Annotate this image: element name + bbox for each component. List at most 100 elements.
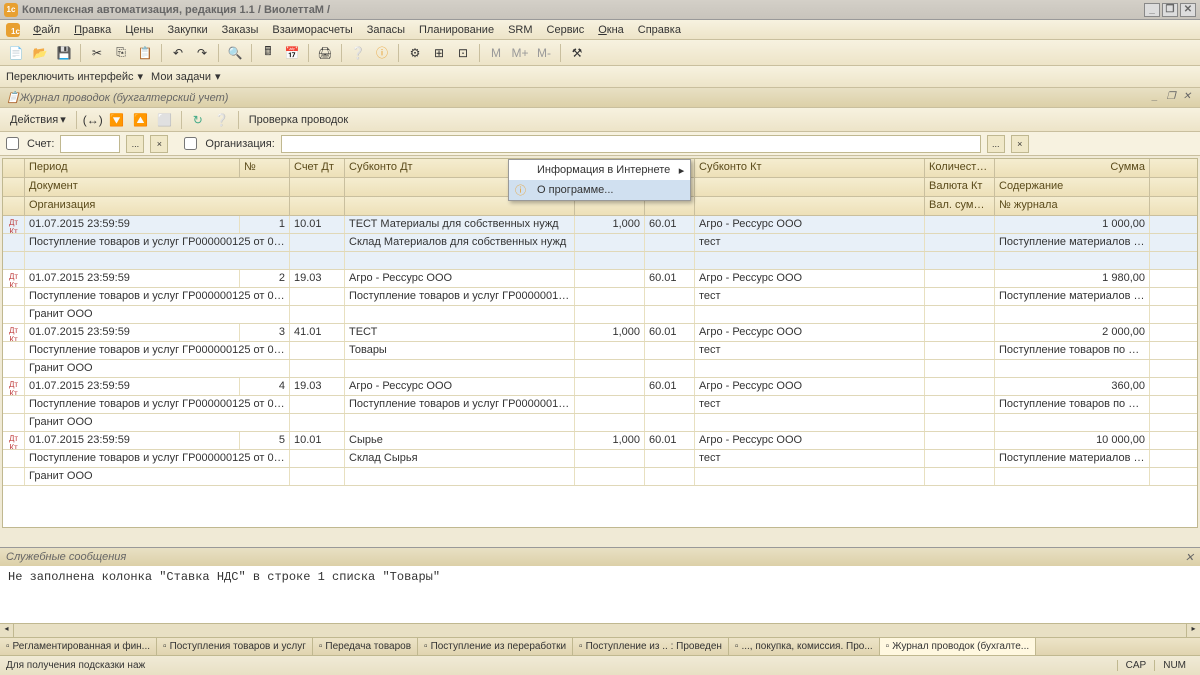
- copy-icon[interactable]: ⎘: [111, 43, 131, 63]
- menu-settlements[interactable]: Взаиморасчеты: [267, 22, 357, 38]
- col-num[interactable]: №: [240, 159, 290, 177]
- paste-icon[interactable]: 📋: [135, 43, 155, 63]
- scroll-left-button[interactable]: ◂: [0, 624, 14, 637]
- menu-planning[interactable]: Планирование: [414, 22, 499, 38]
- mplus-icon[interactable]: M+: [510, 43, 530, 63]
- col-qtykt[interactable]: Количество ...: [925, 159, 995, 177]
- undo-icon[interactable]: ↶: [168, 43, 188, 63]
- tool1-icon[interactable]: ⚙: [405, 43, 425, 63]
- check-entries-link[interactable]: Проверка проводок: [245, 112, 352, 128]
- panel-min-button[interactable]: _: [1148, 91, 1162, 105]
- col-period[interactable]: Период: [25, 159, 240, 177]
- minimize-button[interactable]: _: [1144, 3, 1160, 17]
- tool4-icon[interactable]: ⚒: [567, 43, 587, 63]
- calc-icon[interactable]: 🖩: [258, 43, 278, 63]
- window-tab[interactable]: ▫Передача товаров: [313, 638, 418, 655]
- window-tab[interactable]: ▫Поступления товаров и услуг: [157, 638, 313, 655]
- menu-windows[interactable]: Окна: [593, 22, 629, 38]
- acct-select-button[interactable]: ...: [126, 135, 144, 153]
- panel-max-button[interactable]: ❐: [1164, 91, 1178, 105]
- col-content[interactable]: Содержание: [995, 178, 1150, 196]
- maximize-button[interactable]: ❐: [1162, 3, 1178, 17]
- table-row[interactable]: Гранит ООО: [3, 306, 1197, 324]
- grid-body[interactable]: ДтКт 01.07.2015 23:59:59 1 10.01 ТЕСТ Ма…: [3, 216, 1197, 528]
- col-journal[interactable]: № журнала: [995, 197, 1150, 215]
- info-icon[interactable]: ⓘ: [372, 43, 392, 63]
- redo-icon[interactable]: ↷: [192, 43, 212, 63]
- table-row[interactable]: ДтКт 01.07.2015 23:59:59 5 10.01 Сырье 1…: [3, 432, 1197, 450]
- col-valsum[interactable]: Вал. сумма ...: [925, 197, 995, 215]
- table-row[interactable]: [3, 252, 1197, 270]
- window-tab[interactable]: ▫Поступление из переработки: [418, 638, 573, 655]
- table-row[interactable]: ДтКт 01.07.2015 23:59:59 1 10.01 ТЕСТ Ма…: [3, 216, 1197, 234]
- panel-close-button[interactable]: ✕: [1180, 91, 1194, 105]
- nav-icon[interactable]: (↔): [83, 110, 103, 130]
- new-icon[interactable]: 📄: [6, 43, 26, 63]
- table-row[interactable]: Поступление товаров и услуг ГР000000125 …: [3, 234, 1197, 252]
- save-icon[interactable]: 💾: [54, 43, 74, 63]
- org-field[interactable]: [281, 135, 981, 153]
- table-row[interactable]: ДтКт 01.07.2015 23:59:59 4 19.03 Агро - …: [3, 378, 1197, 396]
- print-icon[interactable]: 🖨: [315, 43, 335, 63]
- close-button[interactable]: ✕: [1180, 3, 1196, 17]
- filter1-icon[interactable]: 🔽: [107, 110, 127, 130]
- help2-icon[interactable]: ❔: [212, 110, 232, 130]
- my-tasks-link[interactable]: Мои задачи ▾: [151, 70, 220, 83]
- cut-icon[interactable]: ✂: [87, 43, 107, 63]
- m-icon[interactable]: M: [486, 43, 506, 63]
- window-tab[interactable]: ▫..., покупка, комиссия. Про...: [729, 638, 880, 655]
- popup-about[interactable]: ⓘ О программе...: [509, 180, 690, 200]
- org-select-button[interactable]: ...: [987, 135, 1005, 153]
- find-icon[interactable]: 🔍: [225, 43, 245, 63]
- table-row[interactable]: Гранит ООО: [3, 360, 1197, 378]
- filter2-icon[interactable]: 🔼: [131, 110, 151, 130]
- info-icon: ⓘ: [515, 182, 526, 198]
- table-row[interactable]: ДтКт 01.07.2015 23:59:59 3 41.01 ТЕСТ 1,…: [3, 324, 1197, 342]
- col-sum[interactable]: Сумма: [995, 159, 1150, 177]
- col-doc[interactable]: Документ: [25, 178, 290, 196]
- menu-file[interactable]: Файл: [28, 22, 65, 38]
- menu-orders[interactable]: Заказы: [217, 22, 264, 38]
- org-clear-button[interactable]: ×: [1011, 135, 1029, 153]
- messages-close-button[interactable]: ✕: [1185, 551, 1194, 564]
- col-org[interactable]: Организация: [25, 197, 290, 215]
- table-row[interactable]: Поступление товаров и услуг ГР000000125 …: [3, 396, 1197, 414]
- window-tab[interactable]: ▫Журнал проводок (бухгалте...: [880, 638, 1036, 655]
- table-row[interactable]: Поступление товаров и услуг ГР000000125 …: [3, 342, 1197, 360]
- refresh-icon[interactable]: ↻: [188, 110, 208, 130]
- tool2-icon[interactable]: ⊞: [429, 43, 449, 63]
- menu-purchases[interactable]: Закупки: [162, 22, 212, 38]
- switch-interface-link[interactable]: Переключить интерфейс ▾: [6, 70, 143, 83]
- mminus-icon[interactable]: M-: [534, 43, 554, 63]
- col-acctdt[interactable]: Счет Дт: [290, 159, 345, 177]
- tab-icon: ▫: [886, 641, 890, 652]
- window-tab[interactable]: ▫Регламентированная и фин...: [0, 638, 157, 655]
- menu-help[interactable]: Справка: [633, 22, 686, 38]
- calendar-icon[interactable]: 📅: [282, 43, 302, 63]
- acct-checkbox[interactable]: [6, 137, 19, 150]
- scroll-right-button[interactable]: ▸: [1186, 624, 1200, 637]
- table-row[interactable]: Гранит ООО: [3, 414, 1197, 432]
- window-tab[interactable]: ▫Поступление из .. : Проведен: [573, 638, 729, 655]
- tool3-icon[interactable]: ⊡: [453, 43, 473, 63]
- actions-dropdown[interactable]: Действия ▾: [6, 111, 70, 128]
- acct-clear-button[interactable]: ×: [150, 135, 168, 153]
- filter3-icon[interactable]: ⬜: [155, 110, 175, 130]
- table-row[interactable]: Поступление товаров и услуг ГР000000125 …: [3, 450, 1197, 468]
- col-subkt[interactable]: Субконто Кт: [695, 159, 925, 177]
- panel-title-text: Журнал проводок (бухгалтерский учет): [20, 92, 1148, 104]
- menu-srm[interactable]: SRM: [503, 22, 537, 38]
- menu-prices[interactable]: Цены: [120, 22, 158, 38]
- table-row[interactable]: Гранит ООО: [3, 468, 1197, 486]
- menu-stock[interactable]: Запасы: [362, 22, 410, 38]
- menu-service[interactable]: Сервис: [542, 22, 590, 38]
- table-row[interactable]: Поступление товаров и услуг ГР000000125 …: [3, 288, 1197, 306]
- menu-edit[interactable]: Правка: [69, 22, 116, 38]
- col-valkt[interactable]: Валюта Кт: [925, 178, 995, 196]
- acct-field[interactable]: [60, 135, 120, 153]
- open-icon[interactable]: 📂: [30, 43, 50, 63]
- popup-internet-info[interactable]: Информация в Интернете▸: [509, 160, 690, 180]
- help1-icon[interactable]: ❔: [348, 43, 368, 63]
- table-row[interactable]: ДтКт 01.07.2015 23:59:59 2 19.03 Агро - …: [3, 270, 1197, 288]
- org-checkbox[interactable]: [184, 137, 197, 150]
